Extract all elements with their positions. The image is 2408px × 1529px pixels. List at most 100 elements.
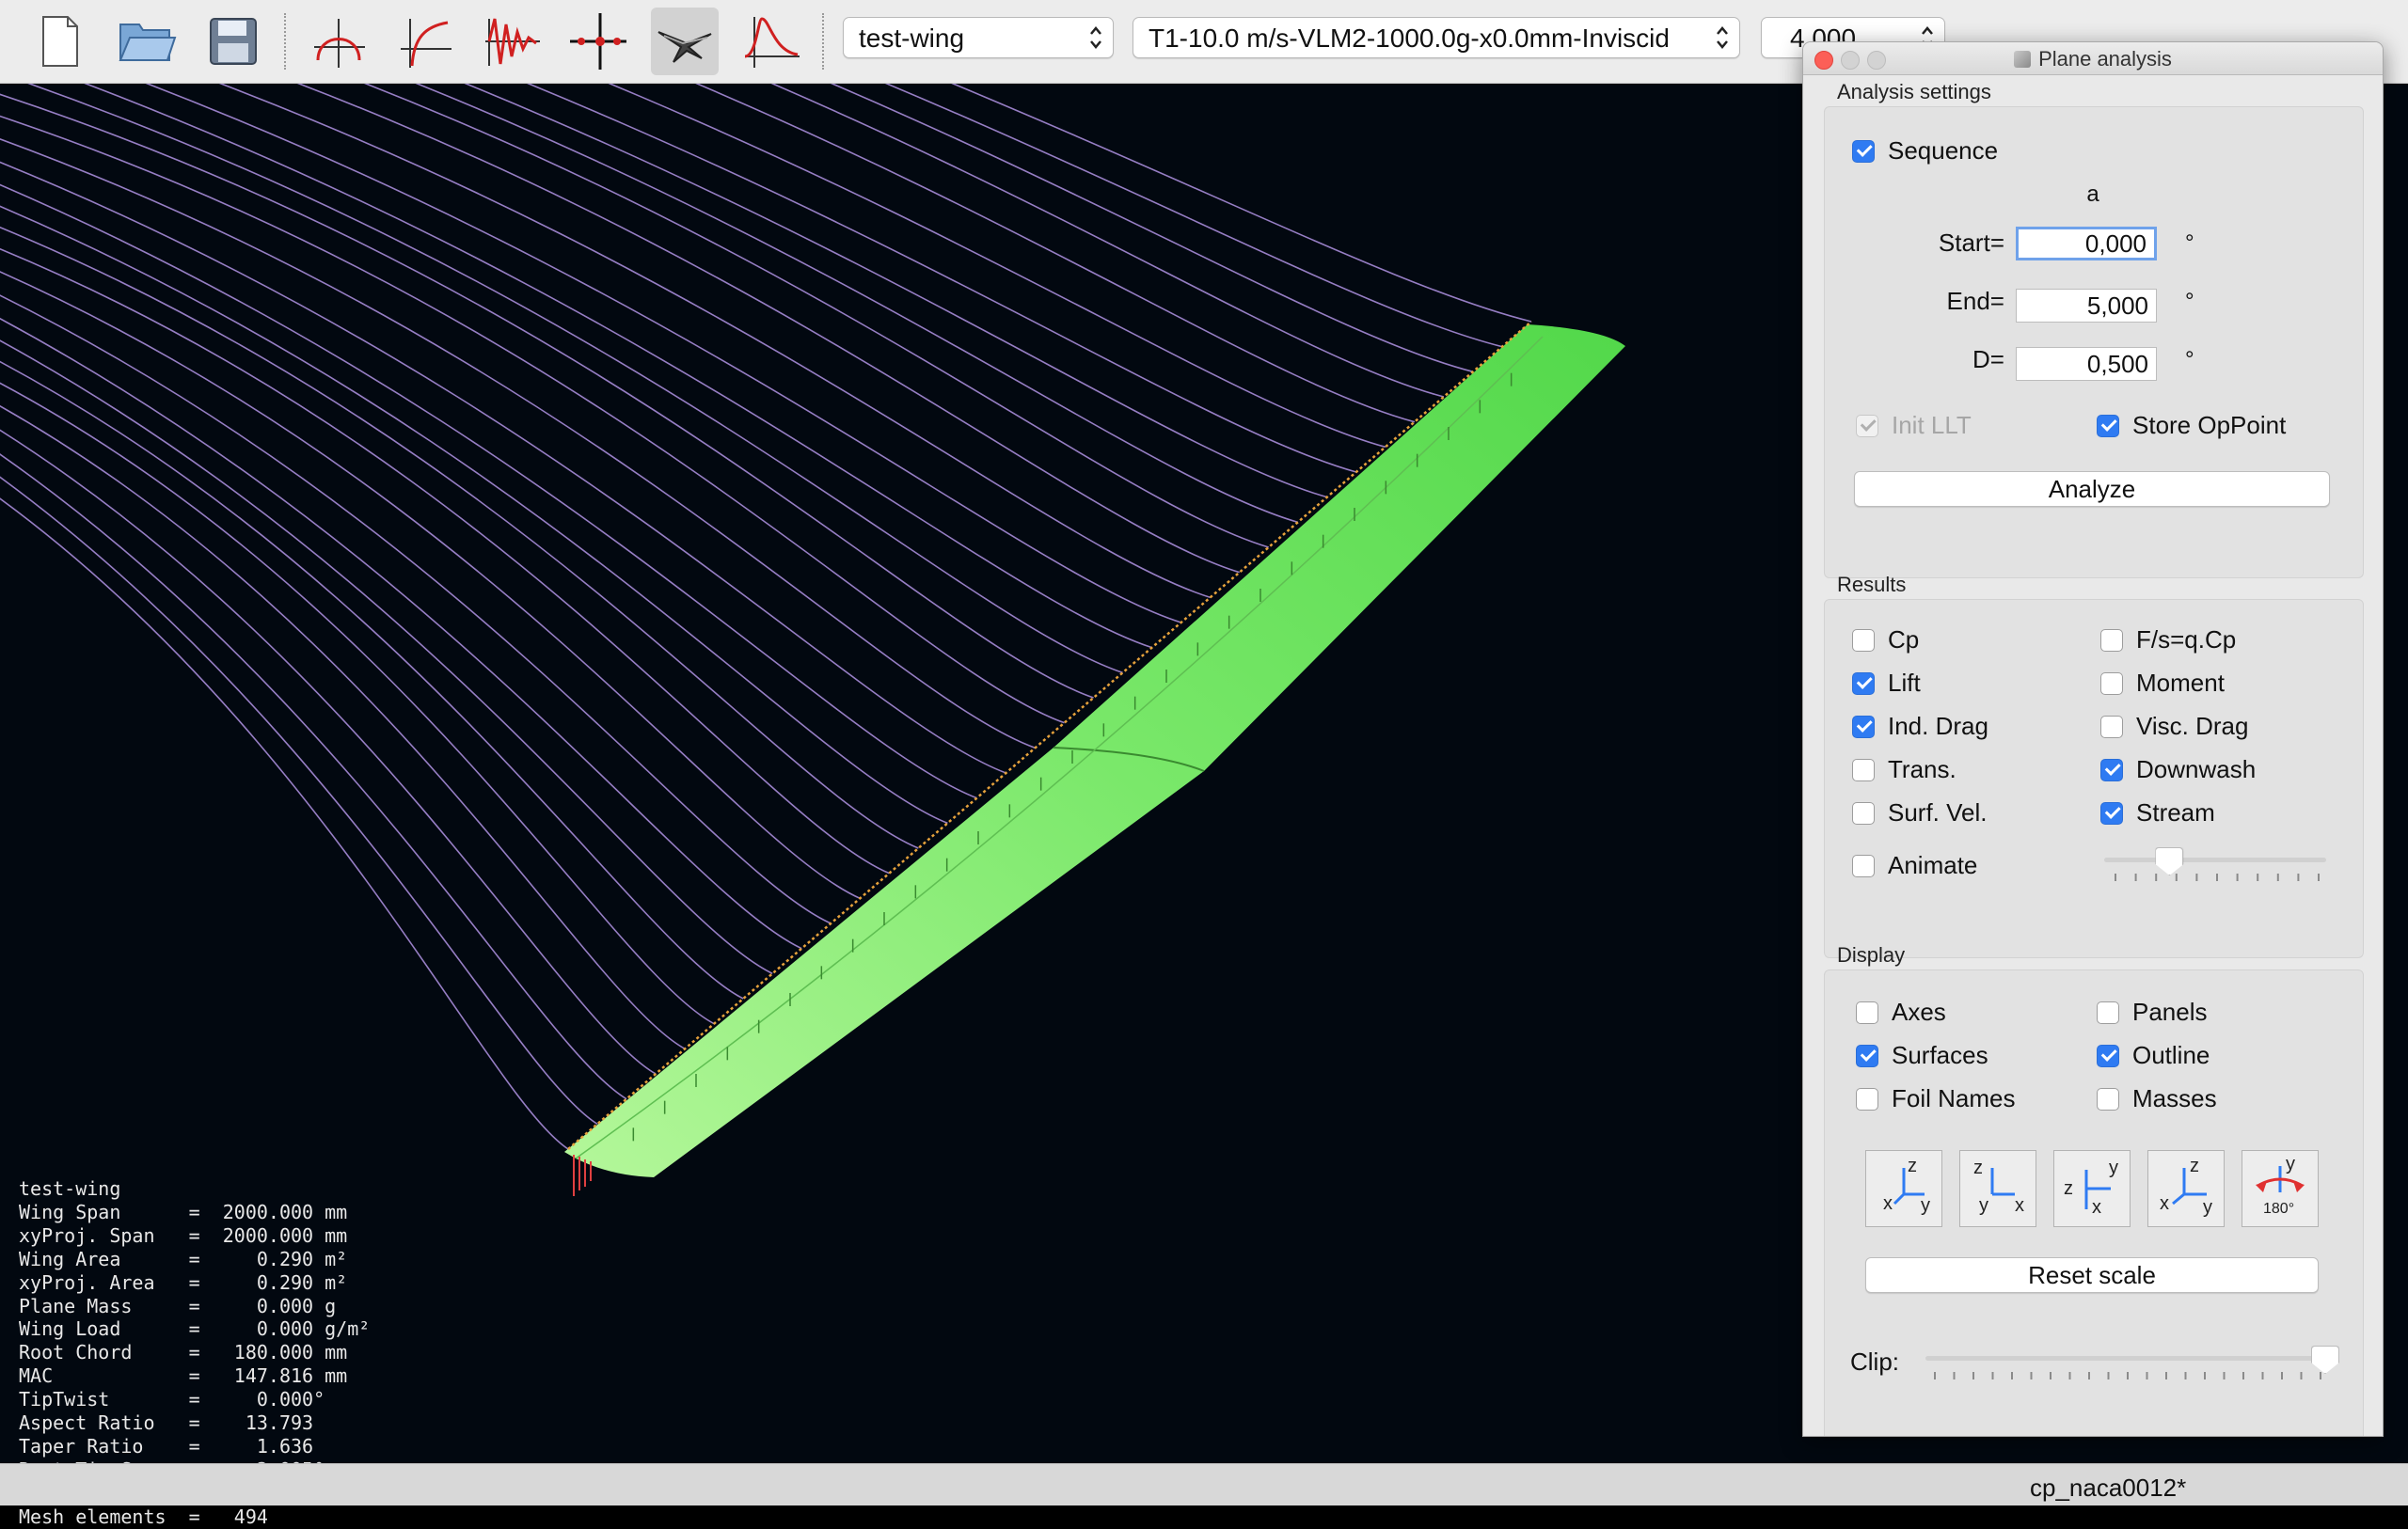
cp-label: Cp — [1888, 625, 1920, 654]
animate-checkbox[interactable]: Animate — [1852, 851, 1977, 880]
analysis-settings-label: Analysis settings — [1837, 80, 1991, 103]
svg-text:y: y — [2286, 1154, 2295, 1174]
view-flip-180-icon: y 180° — [2256, 1154, 2305, 1217]
end-unit: ° — [2185, 289, 2194, 314]
surf-vel-label: Surf. Vel. — [1888, 798, 1988, 827]
sequence-checkbox[interactable]: Sequence — [1852, 136, 1998, 166]
lift-label: Lift — [1888, 669, 1921, 697]
panels-checkbox[interactable]: Panels — [2097, 998, 2208, 1027]
bode-plot-icon[interactable] — [737, 8, 805, 75]
svg-text:z: z — [2064, 1178, 2073, 1199]
reset-scale-button[interactable]: Reset scale — [1865, 1257, 2319, 1293]
info-line: Root Chord = 180.000 mm — [19, 1341, 348, 1364]
plane-analysis-dialog: Plane analysis Analysis settings Sequenc… — [1802, 41, 2384, 1437]
surf-vel-checkbox[interactable]: Surf. Vel. — [1852, 798, 1988, 828]
plane-select-value: test-wing — [859, 24, 965, 53]
info-line: Plane Mass = 0.000 g — [19, 1294, 337, 1317]
delta-unit: ° — [2185, 347, 2194, 372]
clip-label: Clip: — [1850, 1348, 1900, 1376]
fsq-cp-checkbox[interactable]: F/s=q.Cp — [2100, 625, 2236, 654]
svg-text:y: y — [2203, 1197, 2212, 1218]
info-line: Mesh elements = 494 — [19, 1505, 268, 1528]
time-response-icon[interactable] — [478, 8, 546, 75]
updown-arrows-icon — [1090, 26, 1101, 49]
axes-label: Axes — [1892, 998, 1946, 1026]
surfaces-checkbox[interactable]: Surfaces — [1856, 1041, 1988, 1070]
stability-view-icon[interactable] — [391, 8, 459, 75]
delta-label: D= — [1972, 345, 2004, 373]
polar-select-value: T1-10.0 m/s-VLM2-1000.0g-x0.0mm-Inviscid — [1149, 24, 1670, 53]
init-llt-checkbox[interactable]: Init LLT — [1856, 411, 1972, 440]
analyze-button[interactable]: Analyze — [1854, 471, 2330, 507]
view-iso-button[interactable]: z x y — [2147, 1150, 2225, 1227]
animation-slider-ticks — [2115, 874, 2320, 881]
foil-names-checkbox[interactable]: Foil Names — [1856, 1084, 2015, 1113]
surfaces-label: Surfaces — [1892, 1041, 1988, 1069]
start-alpha-input[interactable]: 0,000 — [2016, 227, 2157, 260]
info-line: MAC = 147.816 mm — [19, 1364, 348, 1388]
end-label: End= — [1946, 287, 2004, 315]
status-bar: cp_naca0012* — [0, 1463, 2408, 1505]
fsq-cp-label: F/s=q.Cp — [2136, 625, 2237, 654]
ind-drag-checkbox[interactable]: Ind. Drag — [1852, 712, 1988, 741]
info-line: TipTwist = 0.000° — [19, 1388, 325, 1411]
info-line: Wing Area = 0.290 m² — [19, 1247, 348, 1270]
view-xy-button[interactable]: zx y — [1865, 1150, 1942, 1227]
clip-slider[interactable] — [1925, 1356, 2324, 1361]
info-line: Taper Ratio = 1.636 — [19, 1434, 314, 1458]
svg-text:y: y — [1921, 1195, 1930, 1216]
moment-checkbox[interactable]: Moment — [2100, 669, 2225, 698]
animate-label: Animate — [1888, 851, 1978, 879]
axes-checkbox[interactable]: Axes — [1856, 998, 1946, 1027]
info-line: test-wing — [19, 1177, 121, 1200]
svg-text:z: z — [1973, 1158, 1983, 1178]
masses-checkbox[interactable]: Masses — [2097, 1084, 2217, 1113]
polar-select[interactable]: T1-10.0 m/s-VLM2-1000.0g-x0.0mm-Inviscid — [1133, 17, 1740, 58]
clip-slider-ticks — [1934, 1372, 2321, 1379]
visc-drag-checkbox[interactable]: Visc. Drag — [2100, 712, 2248, 741]
svg-text:z: z — [1908, 1156, 1917, 1176]
view-yz-button[interactable]: zy x — [1959, 1150, 2036, 1227]
info-line: Wing Load = 0.000 g/m² — [19, 1317, 371, 1341]
trans-checkbox[interactable]: Trans. — [1852, 755, 1956, 784]
status-filename: cp_naca0012* — [2030, 1474, 2187, 1502]
alpha-param-label: a — [2086, 181, 2099, 207]
info-line: Wing Span = 2000.000 mm — [19, 1200, 348, 1223]
lift-checkbox[interactable]: Lift — [1852, 669, 1921, 698]
visc-drag-label: Visc. Drag — [2136, 712, 2249, 740]
svg-text:x: x — [1883, 1193, 1893, 1214]
end-alpha-input[interactable]: 5,000 — [2016, 289, 2157, 323]
store-opp-checkbox[interactable]: Store OpPoint — [2097, 411, 2286, 440]
dialog-titlebar[interactable]: Plane analysis — [1803, 42, 2383, 75]
start-label: Start= — [1938, 229, 2004, 257]
plane-select[interactable]: test-wing — [843, 17, 1114, 58]
view-flip-180-button[interactable]: y 180° — [2242, 1150, 2319, 1227]
save-disk-icon[interactable] — [199, 8, 267, 75]
stream-checkbox[interactable]: Stream — [2100, 798, 2215, 828]
polar-view-icon[interactable] — [305, 8, 372, 75]
stream-label: Stream — [2136, 798, 2215, 827]
center-cross-icon[interactable] — [564, 8, 632, 75]
panels-label: Panels — [2132, 998, 2208, 1026]
dialog-title-text: Plane analysis — [2038, 47, 2172, 71]
flip-180-label: 180° — [2263, 1201, 2294, 1217]
outline-checkbox[interactable]: Outline — [2097, 1041, 2210, 1070]
animation-speed-slider[interactable] — [2104, 858, 2326, 862]
view-xz-button[interactable]: zxy — [2053, 1150, 2131, 1227]
view-iso-icon: z x y — [2160, 1156, 2212, 1218]
sequence-label: Sequence — [1888, 136, 1999, 165]
analysis-settings-group — [1824, 106, 2364, 578]
svg-text:y: y — [1979, 1195, 1988, 1216]
delta-alpha-input[interactable]: 0,500 — [2016, 347, 2157, 381]
leading-edge-markers — [567, 321, 1532, 1150]
downwash-checkbox[interactable]: Downwash — [2100, 755, 2256, 784]
cp-checkbox[interactable]: Cp — [1852, 625, 1919, 654]
ind-drag-label: Ind. Drag — [1888, 712, 1988, 740]
open-folder-icon[interactable] — [113, 8, 181, 75]
outline-label: Outline — [2132, 1041, 2210, 1069]
new-file-icon[interactable] — [26, 8, 94, 75]
moment-label: Moment — [2136, 669, 2225, 697]
downwash-label: Downwash — [2136, 755, 2257, 783]
svg-text:z: z — [2190, 1156, 2199, 1176]
plane-3d-view-icon[interactable] — [651, 8, 719, 75]
